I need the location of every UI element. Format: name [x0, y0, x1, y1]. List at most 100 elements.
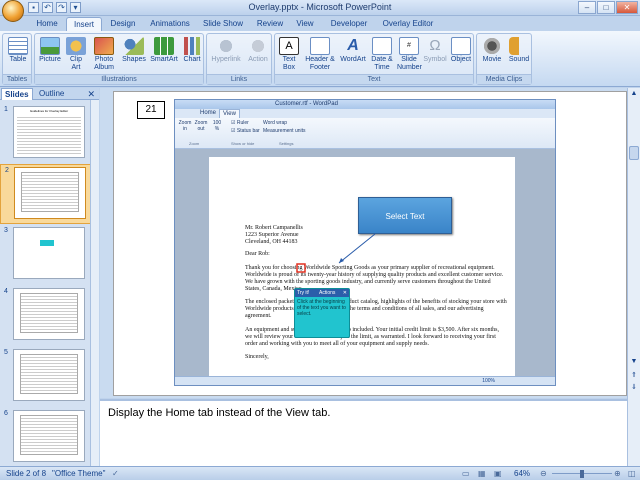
redo-icon[interactable]: ↷ [56, 2, 67, 13]
group-label-tables: Tables [3, 74, 31, 84]
tab-design[interactable]: Design [104, 17, 142, 31]
zoom-slider-thumb[interactable] [580, 470, 584, 478]
hyperlink-icon [216, 37, 236, 55]
slide-thumbnail-6[interactable]: 6 [0, 408, 92, 468]
close-button[interactable]: ✕ [616, 1, 638, 14]
window-controls: – □ ✕ [578, 1, 638, 14]
try-it-body: Click at the beginning of the text you w… [297, 299, 346, 317]
minimize-button[interactable]: – [578, 1, 596, 14]
hyperlink-button[interactable]: Hyperlink [209, 37, 243, 64]
group-media-clips: Movie Sound Media Clips [476, 33, 532, 85]
picture-button[interactable]: Picture [37, 37, 63, 64]
slide-number-button[interactable]: # Slide Number [397, 37, 422, 72]
wordpad-document-area: Mr. Robert Campanellis 1223 Superior Ave… [175, 149, 555, 385]
quick-access-toolbar: ▪ ↶ ↷ ▾ [28, 2, 81, 14]
notes-text: Display the Home tab instead of the View… [108, 407, 331, 419]
object-button[interactable]: Object [449, 37, 473, 64]
group-links: Hyperlink Action Links [206, 33, 272, 85]
tab-outline[interactable]: Outline [36, 88, 67, 100]
previous-slide-icon[interactable]: ⇑ [629, 371, 639, 381]
sound-button[interactable]: Sound [507, 37, 531, 64]
zoom-out-label: Zoom out [194, 120, 208, 132]
normal-view-icon[interactable]: ▭ [462, 467, 470, 480]
try-it-header: Try it! Actions ✕ [295, 289, 349, 297]
symbol-button[interactable]: Ω Symbol [423, 37, 447, 64]
maximize-button[interactable]: □ [597, 1, 615, 14]
movie-button[interactable]: Movie [479, 37, 505, 64]
slide-thumbnail-1[interactable]: 1 Guidelines for Overlay Editor [0, 104, 92, 164]
zoom-in-label: Zoom in [178, 120, 192, 132]
wordpad-screenshot: Customer.rtf - WordPad Home View Zoom in… [174, 99, 556, 386]
tab-animations[interactable]: Animations [144, 17, 196, 31]
vertical-scrollbar[interactable]: ▲ ▼ ⇑ ⇓ [627, 88, 640, 466]
slide-show-icon[interactable]: ▣ [494, 467, 502, 480]
slide-thumb-preview [14, 167, 86, 219]
office-button[interactable] [2, 0, 24, 22]
save-icon[interactable]: ▪ [28, 2, 39, 13]
group-tables: Table Tables [2, 33, 32, 85]
fit-slide-icon[interactable]: ◫ [628, 467, 636, 480]
slide-thumbnail-5[interactable]: 5 [0, 347, 92, 407]
panel-scrollbar[interactable] [90, 100, 99, 466]
text-box-button[interactable]: A Text Box [277, 37, 301, 72]
group-label-illustrations: Illustrations [35, 74, 203, 84]
tab-slides[interactable]: Slides [1, 88, 33, 100]
tab-home[interactable]: Home [28, 17, 66, 31]
notes-pane[interactable]: Display the Home tab instead of the View… [100, 399, 627, 466]
slide-thumb-preview [13, 288, 85, 340]
slide-thumbnail-3[interactable]: 3 [0, 225, 92, 285]
select-text-callout[interactable]: Select Text [358, 197, 452, 234]
close-icon[interactable]: ✕ [343, 289, 347, 297]
smartart-button[interactable]: SmartArt [149, 37, 179, 64]
group-label-text: Text [275, 74, 473, 84]
photo-album-button[interactable]: Photo Album [89, 37, 119, 72]
slide-sorter-icon[interactable]: ▦ [478, 467, 486, 480]
tab-view[interactable]: View [290, 17, 320, 31]
group-illustrations: Picture Clip Art Photo Album Shapes Smar… [34, 33, 204, 85]
next-slide-icon[interactable]: ⇓ [629, 383, 639, 393]
zoom-in-icon[interactable]: ⊕ [614, 467, 621, 480]
smartart-icon [154, 37, 174, 55]
tab-developer[interactable]: Developer [326, 17, 372, 31]
slides-panel: Slides Outline ✕ 1 Guidelines for Overla… [0, 88, 99, 466]
photo-album-icon [94, 37, 114, 55]
dropdown-icon[interactable]: ▾ [70, 2, 81, 13]
slide-info: Slide 2 of 8 [6, 469, 47, 478]
header-footer-button[interactable]: Header & Footer [303, 37, 337, 72]
undo-icon[interactable]: ↶ [42, 2, 53, 13]
wordart-icon: A [347, 37, 359, 54]
action-icon [248, 37, 268, 55]
chart-button[interactable]: Chart [181, 37, 203, 64]
greeting: Dear Rob: [245, 251, 270, 257]
table-button[interactable]: Table [5, 37, 31, 64]
date-time-button[interactable]: Date & Time [369, 37, 395, 72]
clip-art-icon [66, 37, 86, 55]
tab-slide-show[interactable]: Slide Show [198, 17, 248, 31]
scroll-up-icon[interactable]: ▲ [629, 90, 639, 100]
group-label-media-clips: Media Clips [477, 74, 531, 84]
shapes-icon [124, 37, 144, 55]
slide-thumb-preview [13, 227, 85, 279]
tab-review[interactable]: Review [252, 17, 288, 31]
tab-insert[interactable]: Insert [66, 17, 102, 31]
slide-number-box: 21 [137, 101, 165, 119]
wordart-button[interactable]: A WordArt [339, 37, 367, 64]
try-it-box[interactable]: Try it! Actions ✕ Click at the beginning… [294, 288, 350, 338]
clip-art-button[interactable]: Clip Art [65, 37, 87, 72]
spell-check-icon[interactable]: ✓ [112, 467, 119, 480]
ruler-checkbox: ☑ Ruler [231, 120, 249, 126]
tab-overlay-editor[interactable]: Overlay Editor [378, 17, 438, 31]
zoom-out-icon[interactable]: ⊖ [540, 467, 547, 480]
scroll-thumb[interactable] [629, 146, 639, 160]
table-icon [8, 37, 28, 55]
shapes-button[interactable]: Shapes [121, 37, 147, 64]
paragraph-1: Thank you for choosing Worldwide Sportin… [245, 265, 504, 292]
panel-tabs: Slides Outline ✕ [0, 88, 99, 100]
action-button[interactable]: Action [245, 37, 271, 64]
slide-thumbnail-2[interactable]: 2 [0, 164, 92, 224]
slide-thumbnail-4[interactable]: 4 [0, 286, 92, 346]
scroll-down-icon[interactable]: ▼ [629, 358, 639, 368]
close-icon[interactable]: ✕ [87, 89, 95, 100]
zoom-100-label: 100 % [212, 120, 222, 132]
wordpad-status-bar: 100% [175, 376, 555, 385]
